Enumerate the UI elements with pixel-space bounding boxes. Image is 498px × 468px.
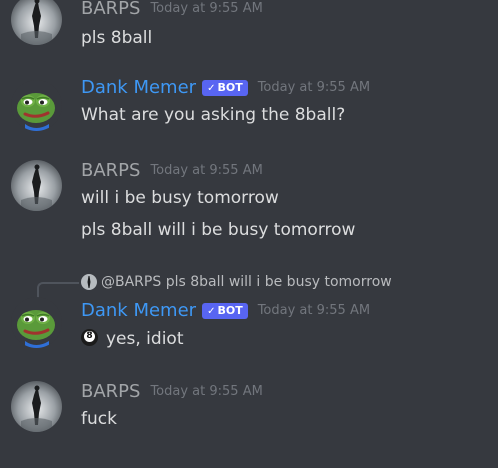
reply-text: pls 8ball will i be busy tomorrow <box>165 274 392 290</box>
reply-preview[interactable]: @BARPS pls 8ball will i be busy tomorrow <box>81 272 392 292</box>
message-header: Dank Memer ✓ BOT Today at 9:55 AM <box>81 300 370 324</box>
message-text: fuck <box>81 409 117 429</box>
bot-badge: ✓ BOT <box>202 302 248 319</box>
message-header: Dank Memer ✓ BOT Today at 9:55 AM <box>81 77 370 101</box>
message-header: BARPS Today at 9:55 AM <box>81 381 263 405</box>
username[interactable]: Dank Memer <box>81 77 196 98</box>
timestamp[interactable]: Today at 9:55 AM <box>258 80 370 95</box>
check-icon: ✓ <box>207 82 216 94</box>
message-header: BARPS Today at 9:55 AM <box>81 0 263 22</box>
reply-avatar <box>81 274 97 290</box>
username[interactable]: BARPS <box>81 381 140 402</box>
dank-memer-avatar[interactable] <box>11 297 62 348</box>
bot-badge: ✓ BOT <box>202 79 248 96</box>
reply-connector <box>37 282 79 298</box>
timestamp[interactable]: Today at 9:55 AM <box>258 303 370 318</box>
reply-mention[interactable]: @BARPS <box>101 274 161 290</box>
dank-memer-avatar[interactable] <box>11 80 62 131</box>
timestamp[interactable]: Today at 9:55 AM <box>150 1 262 16</box>
message-text: pls 8ball <box>81 28 153 48</box>
timestamp[interactable]: Today at 9:55 AM <box>150 163 262 178</box>
check-icon: ✓ <box>207 305 216 317</box>
username[interactable]: Dank Memer <box>81 300 196 321</box>
message-text: yes, idiot <box>106 329 184 349</box>
username[interactable]: BARPS <box>81 0 140 19</box>
8-ball-icon: 8 <box>81 329 98 346</box>
barps-avatar[interactable] <box>11 160 62 211</box>
message-text: will i be busy tomorrow <box>81 188 279 208</box>
username[interactable]: BARPS <box>81 160 140 181</box>
message-text-container: 8 yes, idiot <box>74 329 184 349</box>
message-header: BARPS Today at 9:55 AM <box>81 160 263 184</box>
message-text: What are you asking the 8ball? <box>81 105 346 125</box>
barps-avatar[interactable] <box>11 381 62 432</box>
barps-avatar[interactable] <box>11 0 62 45</box>
message-text: pls 8ball will i be busy tomorrow <box>81 220 356 240</box>
timestamp[interactable]: Today at 9:55 AM <box>150 384 262 399</box>
